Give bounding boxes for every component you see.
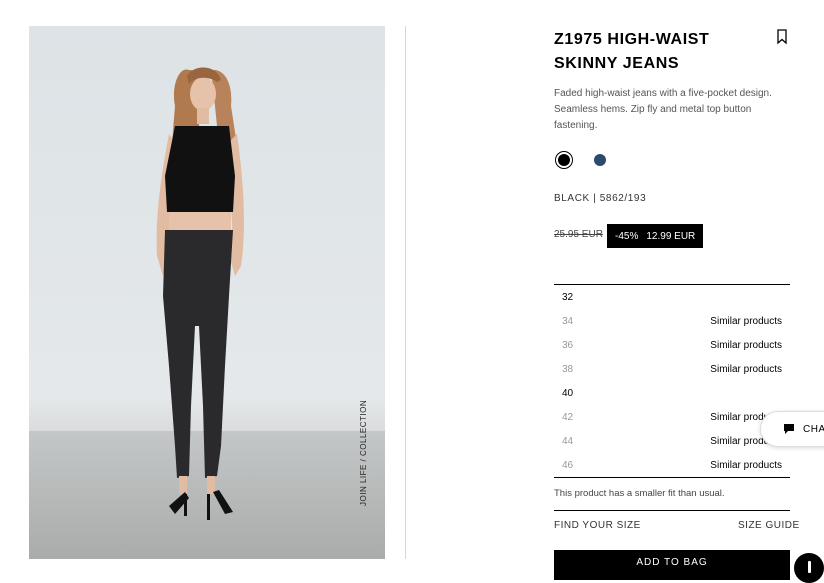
discount-percent: -45% (615, 230, 639, 242)
size-label: 32 (562, 292, 574, 303)
add-to-bag-button[interactable]: ADD TO BAG (554, 550, 790, 580)
info-icon[interactable] (794, 553, 824, 583)
chat-label: CHAT (803, 423, 824, 435)
product-image[interactable]: JOIN LIFE / COLLECTION (29, 26, 385, 559)
size-option-46[interactable]: 46 Similar products (554, 453, 790, 477)
color-reference: BLACK | 5862/193 (554, 193, 647, 204)
size-label: 36 (562, 340, 574, 351)
size-list-divider (554, 477, 790, 478)
fit-note: This product has a smaller fit than usua… (554, 488, 725, 499)
collection-watermark: JOIN LIFE / COLLECTION (359, 399, 368, 506)
size-option-42[interactable]: 42 Similar products (554, 405, 790, 429)
bookmark-icon[interactable] (775, 29, 789, 45)
original-price: 25.95 EUR (554, 229, 603, 240)
similar-products-link[interactable]: Similar products (710, 460, 782, 471)
similar-products-link[interactable]: Similar products (710, 316, 782, 327)
color-swatch-blue[interactable] (594, 154, 606, 166)
similar-products-link[interactable]: Similar products (710, 364, 782, 375)
chat-button[interactable]: CHAT (760, 411, 824, 447)
size-option-44[interactable]: 44 Similar products (554, 429, 790, 453)
size-label: 44 (562, 436, 574, 447)
size-label: 38 (562, 364, 574, 375)
size-option-34[interactable]: 34 Similar products (554, 309, 790, 333)
sale-price-badge: -45% 12.99 EUR (607, 224, 704, 248)
size-list: 32 34 Similar products 36 Similar produc… (554, 284, 790, 477)
size-option-36[interactable]: 36 Similar products (554, 333, 790, 357)
size-label: 46 (562, 460, 574, 471)
chat-bubble-icon (784, 424, 794, 434)
size-option-38[interactable]: 38 Similar products (554, 357, 790, 381)
product-title: Z1975 HIGH-WAIST SKINNY JEANS (554, 31, 710, 72)
size-label: 40 (562, 388, 574, 399)
color-swatch-black[interactable] (555, 151, 573, 169)
size-label: 34 (562, 316, 574, 327)
divider-line (554, 510, 790, 511)
similar-products-link[interactable]: Similar products (710, 340, 782, 351)
model-figure (156, 67, 244, 520)
size-option-40[interactable]: 40 (554, 381, 790, 405)
column-divider (405, 26, 406, 559)
sale-price: 12.99 EUR (646, 230, 696, 242)
size-guide-link[interactable]: SIZE GUIDE (738, 520, 800, 531)
size-option-32[interactable]: 32 (554, 285, 790, 309)
size-label: 42 (562, 412, 574, 423)
product-description: Faded high-waist jeans with a five-pocke… (554, 88, 772, 131)
find-your-size-link[interactable]: FIND YOUR SIZE (554, 520, 641, 531)
